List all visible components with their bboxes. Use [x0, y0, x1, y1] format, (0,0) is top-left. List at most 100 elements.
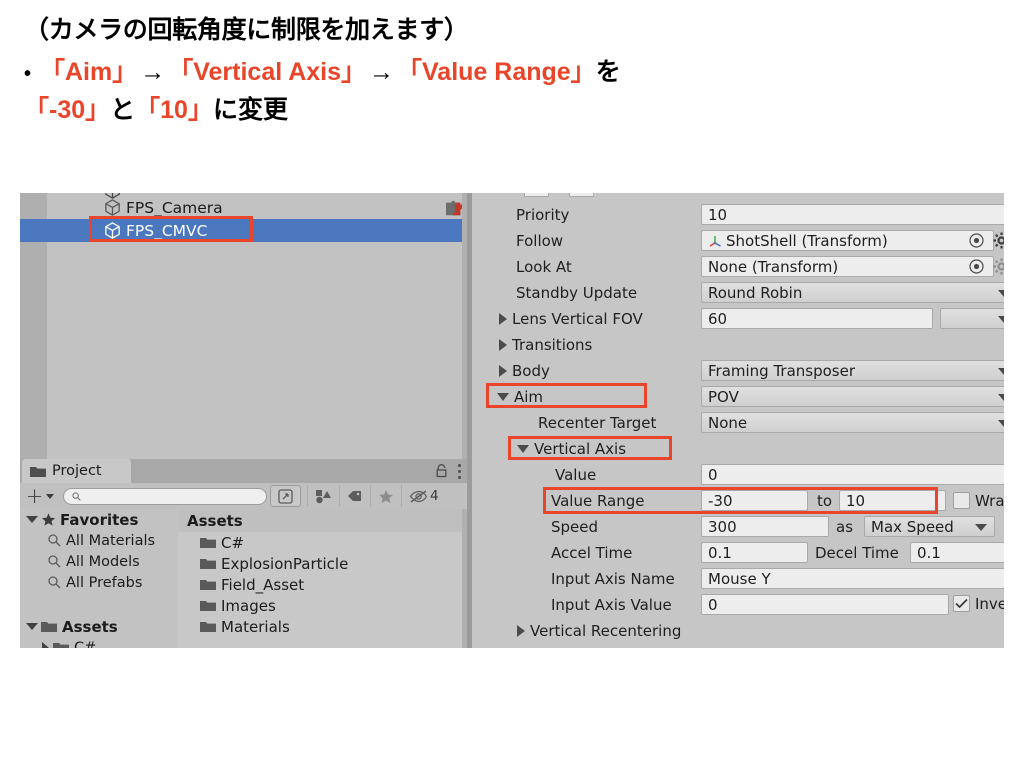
asset-item-label: Materials — [221, 617, 290, 636]
input-axis-name-input[interactable]: Mouse Y — [701, 568, 1004, 589]
asset-item-label: ExplosionParticle — [221, 554, 349, 573]
asset-item[interactable]: ExplosionParticle — [178, 553, 467, 574]
chevron-right-icon[interactable] — [499, 339, 507, 351]
asset-item[interactable]: C# — [178, 532, 467, 553]
folder-open-icon — [41, 622, 57, 632]
tree-item-all-prefabs[interactable]: All Prefabs — [20, 572, 178, 593]
follow-label: Follow — [516, 232, 564, 250]
standby-update-dropdown[interactable]: Round Robin — [701, 282, 1004, 303]
tree-item-all-models[interactable]: All Models — [20, 551, 178, 572]
chevron-right-icon[interactable] — [499, 365, 507, 377]
kebab-menu-icon[interactable] — [457, 463, 461, 479]
object-picker-icon[interactable] — [969, 259, 984, 274]
chevron-down-icon[interactable] — [497, 393, 509, 401]
tree-item-csharp[interactable]: C# — [20, 637, 178, 648]
project-tab-bar: Project — [20, 459, 467, 483]
gear-icon — [993, 258, 1004, 275]
project-tab-actions — [435, 459, 461, 483]
hidden-assets-button[interactable]: 4 — [401, 485, 446, 507]
speed-as-label: as — [836, 518, 854, 536]
aim-value: POV — [708, 387, 739, 406]
object-picker-icon[interactable] — [969, 233, 984, 248]
look-at-object-field[interactable]: None (Transform) — [701, 256, 994, 277]
create-asset-button[interactable]: + — [20, 483, 60, 509]
chevron-right-icon[interactable] — [42, 641, 49, 648]
folder-icon — [53, 643, 69, 648]
standby-update-label: Standby Update — [516, 284, 638, 302]
speed-input[interactable]: 300 — [701, 516, 829, 537]
project-search-input[interactable] — [63, 487, 267, 505]
asset-item[interactable]: Images — [178, 595, 467, 616]
invert-checkbox[interactable] — [953, 595, 970, 612]
inspector-row-transitions[interactable]: Transitions — [472, 332, 1004, 358]
accel-time-input[interactable]: 0.1 — [701, 542, 808, 563]
chevron-down-icon[interactable] — [26, 516, 38, 523]
chevron-down-icon — [998, 289, 1004, 297]
bullet-icon: • — [24, 62, 32, 85]
filter-by-label-button[interactable] — [339, 485, 370, 507]
hierarchy-item-fps-camera[interactable]: FPS_Camera — [20, 196, 467, 219]
asset-item[interactable]: Materials — [178, 616, 467, 637]
tree-item-all-materials[interactable]: All Materials — [20, 530, 178, 551]
look-at-label: Look At — [516, 258, 572, 276]
hierarchy-item-label: FPS_Camera — [126, 198, 223, 217]
value-range-min-input[interactable]: -30 — [701, 490, 808, 511]
speed-mode-dropdown[interactable]: Max Speed — [864, 516, 995, 537]
chevron-right-icon[interactable] — [499, 313, 507, 325]
gear-icon[interactable] — [993, 232, 1004, 249]
slide-text-block: （カメラの回転角度に制限を加えます） • 「Aim」 → 「Vertical A… — [24, 14, 1004, 128]
value-range-max-input[interactable]: 10 — [839, 490, 946, 511]
folder-icon — [200, 538, 216, 548]
asset-item[interactable]: Field_Asset — [178, 574, 467, 595]
value-input[interactable]: 0 — [701, 464, 1004, 485]
project-content-header: Assets — [178, 509, 467, 532]
project-panel: Project + 4 Favorites All Materials All … — [20, 459, 467, 648]
lock-icon[interactable] — [435, 464, 448, 478]
aim-dropdown[interactable]: POV — [701, 386, 1004, 407]
star-icon — [41, 513, 56, 526]
filter-favorites-button[interactable] — [370, 485, 401, 507]
priority-input[interactable]: 10 — [701, 204, 1004, 225]
follow-object-field[interactable]: ShotShell (Transform) — [701, 230, 994, 251]
folder-icon — [200, 580, 216, 590]
chevron-right-icon[interactable] — [517, 625, 525, 637]
chevron-down-icon[interactable] — [26, 623, 38, 630]
folder-icon — [200, 622, 216, 632]
recenter-target-label: Recenter Target — [538, 414, 657, 432]
decel-time-input[interactable]: 0.1 — [910, 542, 1004, 563]
input-axis-value-input[interactable]: 0 — [701, 594, 949, 615]
value-range-to-label: to — [817, 492, 833, 510]
slide-value-max: 「10」 — [135, 96, 213, 124]
tree-item-label: All Prefabs — [66, 574, 143, 591]
hierarchy-item-fps-cmvc[interactable]: FPS_CMVC — [20, 219, 467, 242]
tab-project[interactable]: Project — [22, 459, 131, 483]
slide-line-1: （カメラの回転角度に制限を加えます） — [24, 16, 469, 44]
project-content-pane: Assets C# ExplosionParticle Field_Asset — [178, 509, 467, 648]
tag-icon — [348, 491, 361, 501]
search-expand-button[interactable] — [270, 485, 301, 507]
transform-gizmo-icon — [709, 235, 721, 247]
vertical-axis-label: Vertical Axis — [534, 440, 627, 458]
arrow-icon-2: → — [369, 57, 395, 86]
follow-value: ShotShell (Transform) — [726, 231, 888, 250]
body-dropdown[interactable]: Framing Transposer — [701, 360, 1004, 381]
body-label: Body — [512, 362, 550, 380]
slide-action-change: に変更 — [212, 96, 288, 124]
eye-off-icon — [409, 489, 428, 503]
slide-term-aim: 「Aim」 — [40, 57, 138, 86]
chevron-down-icon — [975, 523, 987, 531]
inspector-row-vertical-axis[interactable]: Vertical Axis — [472, 436, 1004, 462]
expand-search-icon — [278, 488, 293, 504]
lens-fov-preset-dropdown[interactable] — [940, 308, 1004, 329]
tree-item-assets[interactable]: Assets — [20, 616, 178, 637]
wrap-checkbox[interactable] — [953, 492, 970, 509]
inspector-row-vertical-recentering[interactable]: Vertical Recentering — [472, 618, 1004, 644]
recenter-target-dropdown[interactable]: None — [701, 412, 1004, 433]
tree-item-label: Assets — [62, 617, 118, 636]
filter-by-type-button[interactable] — [307, 485, 339, 507]
tree-item-favorites[interactable]: Favorites — [20, 509, 178, 530]
lens-vertical-fov-input[interactable]: 60 — [701, 308, 933, 329]
inspector-panel: Priority 10 Follow ShotShell (Transform) — [472, 193, 1004, 648]
chevron-down-icon[interactable] — [517, 445, 529, 453]
speed-label: Speed — [551, 518, 599, 536]
